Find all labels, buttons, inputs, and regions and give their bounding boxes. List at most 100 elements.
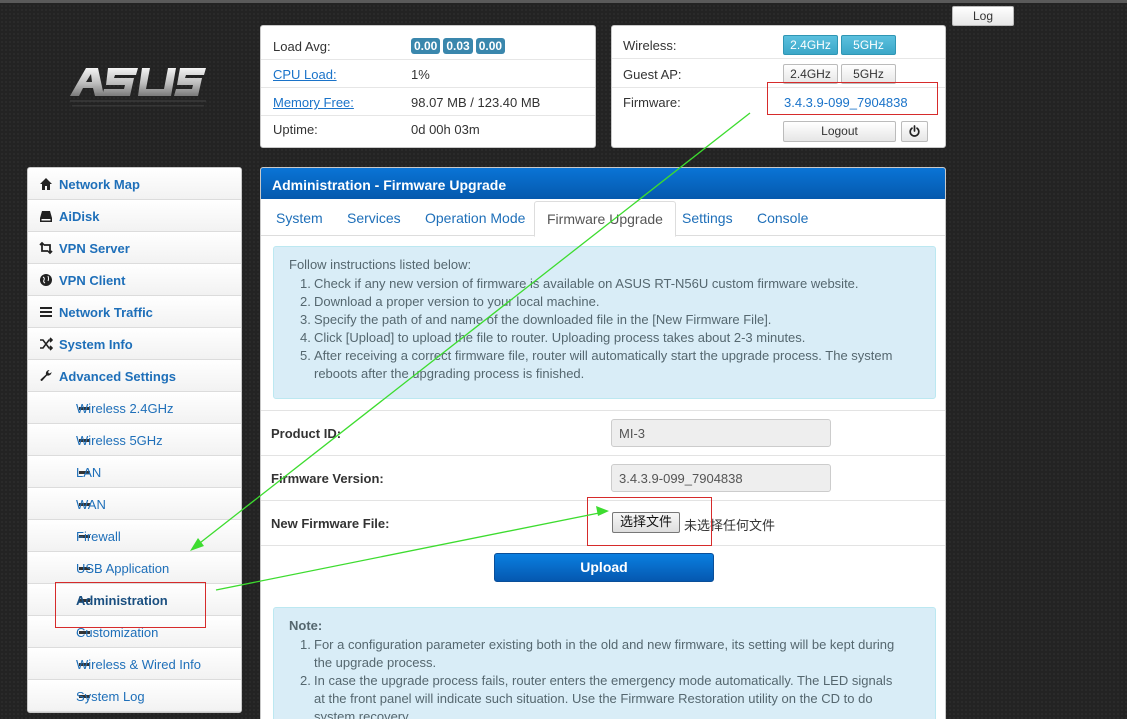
uptime-row: Uptime: 0d 00h 03m xyxy=(261,115,595,143)
sidebar-item-aidisk[interactable]: AiDisk xyxy=(28,200,241,232)
instruction-item: 3. Specify the path of and name of the d… xyxy=(300,311,910,329)
load-avg-row: Load Avg: 0.00 0.03 0.00 xyxy=(261,32,595,60)
note-text: the upgrade process. xyxy=(314,655,437,670)
admin-tabs: System Services Operation Mode Firmware … xyxy=(261,199,945,237)
list-icon xyxy=(40,307,52,317)
firmware-version-field: 3.4.3.9-099_7904838 xyxy=(611,464,831,492)
instruction-text: Check if any new version of firmware is … xyxy=(314,276,859,291)
uptime-value: 0d 00h 03m xyxy=(411,122,480,137)
guest-24ghz-button[interactable]: 2.4GHz xyxy=(783,64,838,84)
wireless-row: Wireless: 2.4GHz 5GHz xyxy=(612,31,945,59)
instruction-text: Download a proper version to your local … xyxy=(314,294,600,309)
product-id-field: MI-3 xyxy=(611,419,831,447)
cpu-load-link[interactable]: CPU Load: xyxy=(273,67,337,82)
product-id-label: Product ID: xyxy=(271,426,342,441)
instruction-item: 2. Download a proper version to your loc… xyxy=(300,293,910,311)
sidebar-item-system-info[interactable]: System Info xyxy=(28,328,241,360)
note-text: For a configuration parameter existing b… xyxy=(314,637,895,652)
sidebar-sub-system-log[interactable]: System Log xyxy=(28,680,241,712)
note-heading: Note: xyxy=(289,618,323,633)
instruction-item: 4. Click [Upload] to upload the file to … xyxy=(300,329,910,347)
wireless-24ghz-button[interactable]: 2.4GHz xyxy=(783,35,838,55)
sidebar-item-label: Network Traffic xyxy=(59,305,153,320)
tab-operation-mode[interactable]: Operation Mode xyxy=(425,210,525,226)
power-icon xyxy=(909,125,920,137)
sidebar-sub-label: LAN xyxy=(76,465,102,480)
sidebar-item-label: Advanced Settings xyxy=(59,369,177,384)
cpu-load-row: CPU Load: 1% xyxy=(261,60,595,88)
instructions-heading: Follow instructions listed below: xyxy=(289,257,472,272)
note-item: 1. For a configuration parameter existin… xyxy=(300,636,910,672)
log-button[interactable]: Log xyxy=(952,6,1014,26)
sidebar-sub-firewall[interactable]: Firewall xyxy=(28,520,241,552)
sidebar-sub-label: System Log xyxy=(76,689,145,704)
tab-console[interactable]: Console xyxy=(757,210,808,226)
memory-row: Memory Free: 98.07 MB / 123.40 MB xyxy=(261,88,595,116)
firmware-upgrade-panel: Administration - Firmware Upgrade System… xyxy=(260,167,946,719)
instruction-number: 2. xyxy=(300,294,311,309)
instruction-text: After receiving a correct firmware file,… xyxy=(314,348,893,363)
guest-ap-label: Guest AP: xyxy=(623,67,682,82)
sidebar-sub-label: Wireless 2.4GHz xyxy=(76,401,174,416)
product-id-row: Product ID: MI-3 xyxy=(261,410,945,455)
wrench-icon xyxy=(40,369,52,382)
sidebar-item-network-map[interactable]: Network Map xyxy=(28,168,241,200)
tab-firmware-upgrade[interactable]: Firmware Upgrade xyxy=(534,201,676,237)
sidebar-sub-wireless-wired-info[interactable]: Wireless & Wired Info xyxy=(28,648,241,680)
sidebar-menu: Network Map AiDisk VPN Server VPN Client… xyxy=(27,167,242,713)
sidebar-item-vpn-client[interactable]: VPN Client xyxy=(28,264,241,296)
wireless-5ghz-button[interactable]: 5GHz xyxy=(841,35,896,55)
sidebar-sub-wireless-24ghz[interactable]: Wireless 2.4GHz xyxy=(28,392,241,424)
instruction-item: 5. After receiving a correct firmware fi… xyxy=(300,347,910,383)
instruction-text: Specify the path of and name of the down… xyxy=(314,312,772,327)
sidebar-sub-lan[interactable]: LAN xyxy=(28,456,241,488)
tab-system[interactable]: System xyxy=(276,210,323,226)
note-text: at the front panel will indicate such si… xyxy=(314,691,873,706)
home-icon xyxy=(40,178,52,190)
sidebar-sub-label: Firewall xyxy=(76,529,121,544)
sidebar-sub-label: Wireless 5GHz xyxy=(76,433,163,448)
guest-5ghz-button[interactable]: 5GHz xyxy=(841,64,896,84)
upload-button[interactable]: Upload xyxy=(494,553,714,582)
memory-free-value: 98.07 MB / 123.40 MB xyxy=(411,95,541,110)
reboot-button[interactable] xyxy=(901,121,928,142)
note-list: 1. For a configuration parameter existin… xyxy=(300,636,910,719)
sidebar-sub-wireless-5ghz[interactable]: Wireless 5GHz xyxy=(28,424,241,456)
note-text: In case the upgrade process fails, route… xyxy=(314,673,893,688)
sidebar-item-vpn-server[interactable]: VPN Server xyxy=(28,232,241,264)
sidebar-item-network-traffic[interactable]: Network Traffic xyxy=(28,296,241,328)
logout-button[interactable]: Logout xyxy=(783,121,896,142)
tab-services[interactable]: Services xyxy=(347,210,401,226)
instruction-number: 4. xyxy=(300,330,311,345)
sidebar-sub-label: WAN xyxy=(76,497,106,512)
instruction-number: 1. xyxy=(300,276,311,291)
instruction-text: reboots after the upgrading process is f… xyxy=(314,366,585,381)
tab-settings[interactable]: Settings xyxy=(682,210,733,226)
note-number: 1. xyxy=(300,637,311,652)
note-box: Note: 1. For a configuration parameter e… xyxy=(273,607,936,719)
firmware-version-row: Firmware Version: 3.4.3.9-099_7904838 xyxy=(261,455,945,500)
sidebar-item-label: AiDisk xyxy=(59,209,100,224)
new-firmware-label: New Firmware File: xyxy=(271,516,390,531)
sidebar-item-advanced-settings[interactable]: Advanced Settings xyxy=(28,360,241,392)
sidebar-sub-usb-application[interactable]: USB Application xyxy=(28,552,241,584)
asus-logo xyxy=(70,68,206,107)
hdd-icon xyxy=(40,211,52,222)
load-avg-label: Load Avg: xyxy=(273,39,331,54)
cpu-load-value: 1% xyxy=(411,67,430,82)
instruction-item: 1. Check if any new version of firmware … xyxy=(300,275,910,293)
retweet-icon xyxy=(39,241,53,255)
wireless-label: Wireless: xyxy=(623,38,677,53)
annotation-box-choose-file xyxy=(587,497,712,546)
memory-free-link[interactable]: Memory Free: xyxy=(273,95,354,110)
note-number: 2. xyxy=(300,673,311,688)
sidebar-item-label: VPN Server xyxy=(59,241,130,256)
globe-icon xyxy=(40,274,52,286)
sidebar-sub-wan[interactable]: WAN xyxy=(28,488,241,520)
sidebar-item-label: Network Map xyxy=(59,177,140,192)
sidebar-item-label: System Info xyxy=(59,337,133,352)
load-avg-1: 0.00 xyxy=(411,38,441,54)
sidebar-sub-label: Wireless & Wired Info xyxy=(76,657,201,672)
note-item: 2. In case the upgrade process fails, ro… xyxy=(300,672,910,719)
instruction-number: 3. xyxy=(300,312,311,327)
